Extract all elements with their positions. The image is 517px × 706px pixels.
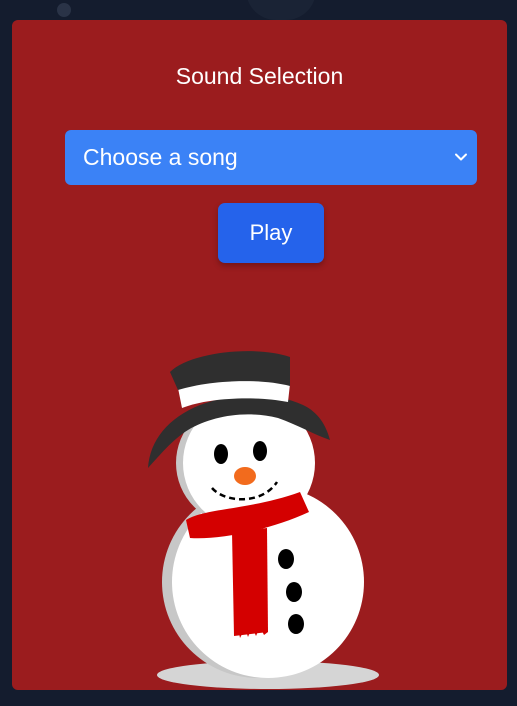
coat-button-icon	[278, 549, 294, 569]
snowman-illustration	[148, 351, 379, 689]
nose-icon	[234, 467, 256, 485]
coat-button-icon	[286, 582, 302, 602]
scarf-tail	[232, 528, 268, 636]
coat-button-icon	[288, 614, 304, 634]
right-eye-icon	[253, 441, 267, 461]
left-eye-icon	[214, 444, 228, 464]
